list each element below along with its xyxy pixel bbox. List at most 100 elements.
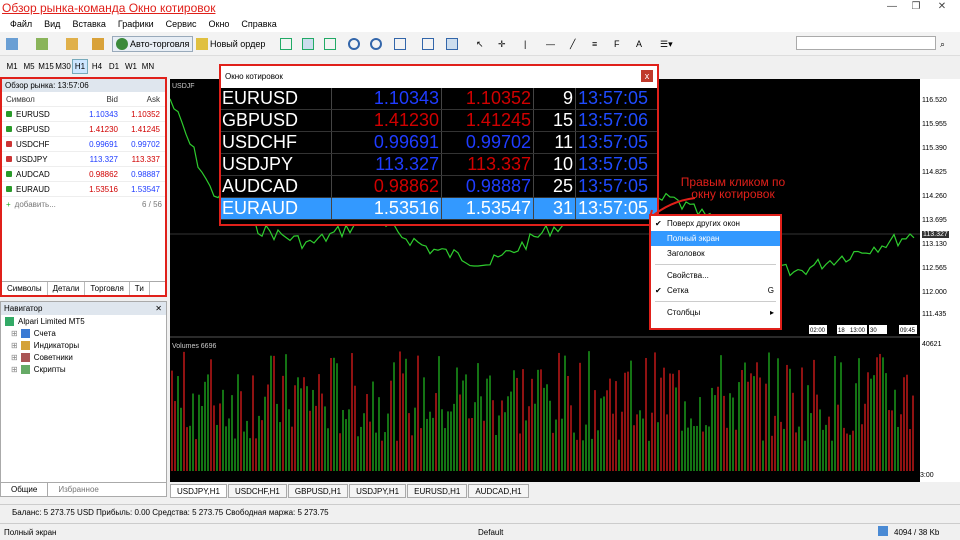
trendline-icon[interactable]: ╱ — [570, 36, 575, 52]
navigator-item[interactable]: ⊞ Советники — [1, 351, 166, 363]
menu-item-3[interactable]: Графики — [118, 19, 154, 29]
context-menu-item[interactable]: Заголовок — [651, 246, 780, 261]
context-menu-item[interactable]: Полный экран — [651, 231, 780, 246]
autoscroll-icon[interactable] — [422, 36, 436, 52]
shapes-icon[interactable]: ☰▾ — [660, 36, 673, 52]
add-symbol-row[interactable]: + добавить... 6 / 56 — [2, 197, 165, 212]
timeframe-H4[interactable]: H4 — [89, 60, 105, 73]
new-order-button[interactable]: Новый ордер — [196, 36, 265, 52]
expand-icon[interactable]: ⊞ — [11, 365, 18, 374]
vertical-line-icon[interactable]: | — [524, 36, 526, 52]
context-menu[interactable]: ✔ Поверх других окон Полный экран Заголовок… — [649, 214, 782, 330]
navigator-item[interactable]: ⊞ Скрипты — [1, 363, 166, 375]
expand-icon[interactable]: ⊞ — [11, 353, 18, 362]
quotes-window-titlebar[interactable]: Окно котировок x — [221, 66, 657, 88]
cursor-icon[interactable]: ↖ — [476, 36, 484, 52]
market-watch-row[interactable]: USDJPY 113.327 113.337 — [2, 152, 165, 167]
market-watch-icon[interactable] — [92, 36, 106, 52]
text-icon[interactable]: A — [636, 36, 642, 52]
market-watch-row[interactable]: EURAUD 1.53516 1.53547 — [2, 182, 165, 197]
context-menu-item[interactable]: Свойства... — [651, 268, 780, 283]
timeframe-W1[interactable]: W1 — [123, 60, 139, 73]
navigator-root[interactable]: Alpari Limited MT5 — [1, 315, 166, 327]
quote-row[interactable]: USDCHF 0.99691 0.99702 11 13:57:05 — [221, 132, 657, 154]
chart-tab[interactable]: USDJPY,H1 — [170, 484, 227, 498]
timeframe-M30[interactable]: M30 — [55, 60, 71, 73]
time-marker: 02:00 — [810, 328, 826, 334]
navigator-item[interactable]: ⊞ Индикаторы — [1, 339, 166, 351]
quote-row[interactable]: EURUSD 1.10343 1.10352 9 13:57:05 — [221, 88, 657, 110]
line-chart-icon[interactable] — [324, 36, 338, 52]
chart-shift-icon[interactable] — [446, 36, 460, 52]
expand-icon[interactable]: ⊞ — [11, 329, 18, 338]
horizontal-line-icon[interactable]: — — [546, 36, 555, 52]
zoom-in-icon[interactable] — [348, 36, 362, 52]
col-symbol[interactable]: Символ — [2, 95, 68, 104]
quote-row[interactable]: USDJPY 113.327 113.337 10 13:57:05 — [221, 154, 657, 176]
chart-tab[interactable]: USDCHF,H1 — [227, 484, 287, 498]
search-icon[interactable]: ⌕ — [940, 36, 945, 52]
quotes-window[interactable]: Окно котировок x EURUSD 1.10343 1.10352 9 13… — [219, 64, 659, 226]
timeframe-H1[interactable]: H1 — [72, 58, 88, 74]
chart-tab[interactable]: AUDCAD,H1 — [468, 484, 529, 498]
crosshair-icon[interactable]: ✛ — [498, 36, 506, 52]
col-ask[interactable]: Ask — [118, 95, 160, 104]
zoom-out-icon[interactable] — [370, 36, 384, 52]
menu-item-5[interactable]: Окно — [209, 19, 230, 29]
quote-row[interactable]: AUDCAD 0.98862 0.98887 25 13:57:05 — [221, 176, 657, 198]
tab-favorites[interactable]: Избранное — [48, 483, 109, 496]
market-watch-tab-0[interactable]: Символы — [2, 282, 48, 295]
add-symbol-label[interactable]: добавить... — [15, 200, 56, 209]
chart-tab[interactable]: EURUSD,H1 — [407, 484, 468, 498]
tab-common[interactable]: Общие — [1, 483, 49, 496]
timeframe-M1[interactable]: M1 — [4, 60, 20, 73]
expand-icon[interactable]: ⊞ — [11, 341, 18, 350]
new-chart-icon[interactable] — [6, 36, 20, 52]
context-menu-item[interactable]: ✔ Поверх других окон — [651, 216, 780, 231]
folder-icon[interactable] — [66, 36, 80, 52]
col-bid[interactable]: Bid — [68, 95, 118, 104]
menu-item-0[interactable]: Файл — [10, 19, 32, 29]
autotrade-button[interactable]: Авто-торговля — [112, 36, 194, 52]
menu-item-6[interactable]: Справка — [241, 19, 276, 29]
quote-spread: 11 — [533, 132, 575, 153]
tile-icon[interactable] — [394, 36, 408, 52]
market-watch-row[interactable]: AUDCAD 0.98862 0.98887 — [2, 167, 165, 182]
fibonacci-icon[interactable]: F — [614, 36, 620, 52]
chart-tab[interactable]: GBPUSD,H1 — [287, 484, 349, 498]
market-watch-row[interactable]: EURUSD 1.10343 1.10352 — [2, 107, 165, 122]
close-icon[interactable]: ✕ — [930, 1, 954, 15]
search-input[interactable] — [796, 36, 936, 50]
timeframe-M15[interactable]: M15 — [38, 60, 54, 73]
context-menu-shortcut: G — [767, 286, 774, 295]
market-watch-panel: Обзор рынка: 13:57:06 Символ Bid Ask EUR… — [0, 77, 167, 297]
menu-item-1[interactable]: Вид — [44, 19, 60, 29]
context-menu-item[interactable]: ✔ Сетка G — [651, 283, 780, 298]
market-watch-tab-3[interactable]: Ти — [130, 282, 150, 295]
market-watch-tab-1[interactable]: Детали — [48, 282, 86, 295]
close-icon[interactable]: x — [641, 70, 653, 82]
market-watch-row[interactable]: GBPUSD 1.41230 1.41245 — [2, 122, 165, 137]
context-menu-item[interactable]: Столбцы ▸ — [651, 305, 780, 320]
quote-row[interactable]: EURAUD 1.53516 1.53547 31 13:57:05 — [221, 198, 657, 220]
timeframe-D1[interactable]: D1 — [106, 60, 122, 73]
chart-tab[interactable]: USDJPY,H1 — [349, 484, 407, 498]
market-watch-title: Обзор рынка: 13:57:06 — [2, 79, 165, 92]
market-watch-tab-2[interactable]: Торговля — [85, 282, 130, 295]
connection-icon — [878, 526, 888, 536]
market-watch-row[interactable]: USDCHF 0.99691 0.99702 — [2, 137, 165, 152]
navigator-item[interactable]: ⊞ Счета — [1, 327, 166, 339]
menu-item-4[interactable]: Сервис — [166, 19, 197, 29]
bar-chart-icon[interactable] — [280, 36, 294, 52]
channel-icon[interactable]: ≡ — [592, 36, 597, 52]
minimize-icon[interactable]: — — [880, 1, 904, 15]
timeframe-M5[interactable]: M5 — [21, 60, 37, 73]
quote-row[interactable]: GBPUSD 1.41230 1.41245 15 13:57:06 — [221, 110, 657, 132]
symbol-cell: EURAUD — [2, 185, 68, 194]
maximize-icon[interactable]: ❐ — [904, 1, 928, 15]
profiles-icon[interactable] — [36, 36, 50, 52]
candle-chart-icon[interactable] — [302, 36, 316, 52]
menu-item-2[interactable]: Вставка — [72, 19, 105, 29]
indicators-icon — [20, 340, 30, 350]
timeframe-MN[interactable]: MN — [140, 60, 156, 73]
